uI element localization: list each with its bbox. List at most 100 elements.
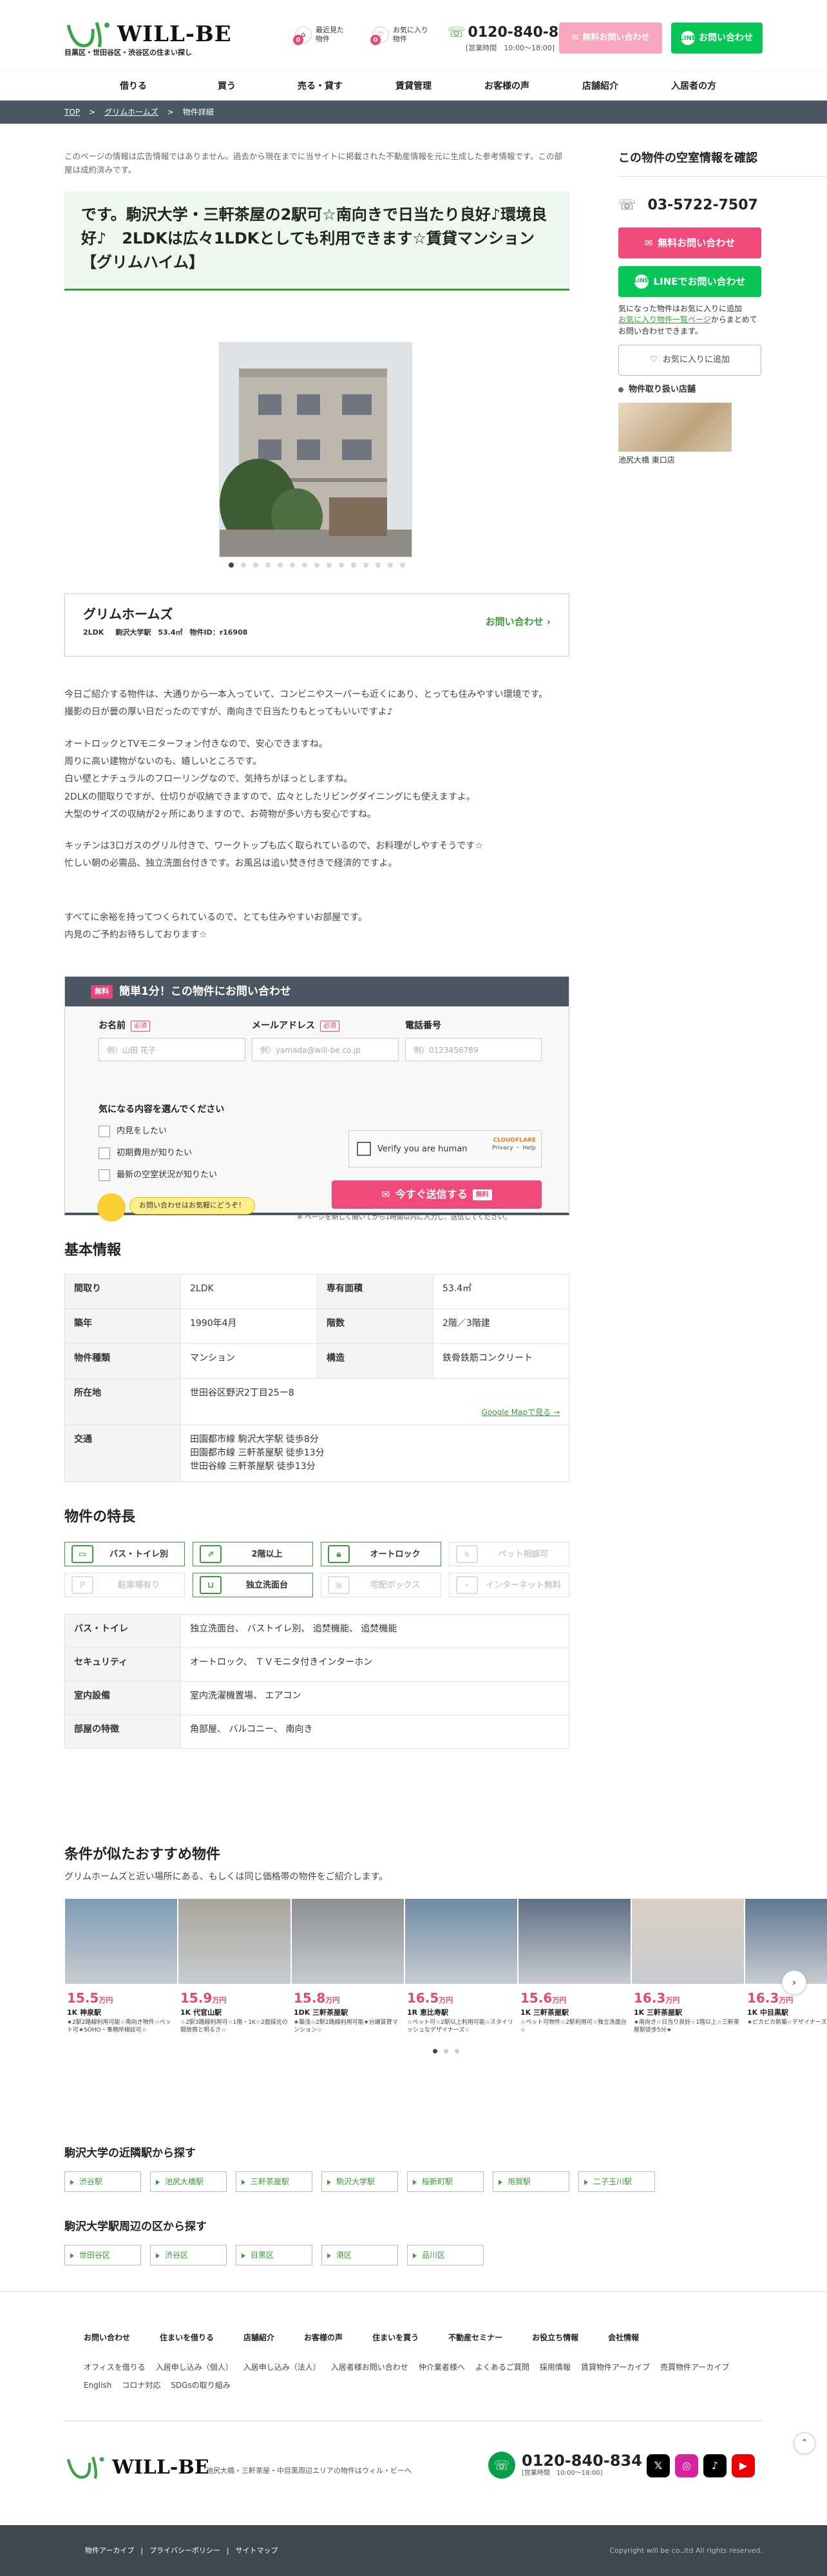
slider-dot[interactable]: [363, 562, 368, 568]
recommend-card[interactable]: 15.6万円 1K 三軒茶屋駅 ☆ペット可物件☆2駅利用可☆独立洗面台☆: [518, 1898, 631, 2035]
captcha-links[interactable]: Privacy ・ Help: [492, 1145, 536, 1151]
nav-item[interactable]: 借りる: [87, 72, 180, 101]
breadcrumb-property-name[interactable]: グリムホームズ: [104, 106, 158, 118]
recommend-card[interactable]: 15.8万円 1DK 三軒茶屋駅 ★築浅☆2駅2路線利用可能★分譲賃貸マンション☆: [291, 1898, 404, 2035]
footer-sub-link[interactable]: English: [84, 2379, 111, 2391]
x-icon[interactable]: 𝕏: [647, 2454, 670, 2477]
page-top-button[interactable]: ⌃: [794, 2432, 815, 2454]
carousel-next-button[interactable]: ›: [782, 1970, 806, 1995]
area-tag[interactable]: 駒沢大学駅: [321, 2171, 398, 2192]
footer-sub-link[interactable]: 売買物件アーカイブ: [660, 2361, 729, 2373]
shop-name[interactable]: 池尻大橋 東口店: [618, 454, 827, 466]
slider-dot[interactable]: [265, 562, 271, 568]
email-input[interactable]: 例）yamada@will-be.co.jp: [252, 1038, 399, 1062]
area-tag[interactable]: 港区: [321, 2244, 398, 2265]
footer-nav-item[interactable]: 会社情報: [608, 2332, 639, 2343]
area-tag[interactable]: 池尻大橋駅: [150, 2171, 227, 2192]
checkbox[interactable]: [99, 1169, 110, 1182]
footer-bar-link[interactable]: 物件アーカイブ: [85, 2546, 134, 2557]
captcha-checkbox[interactable]: [357, 1142, 371, 1157]
checkbox[interactable]: [99, 1148, 110, 1160]
slider-dot[interactable]: [229, 562, 234, 568]
footer-sub-link[interactable]: 入居申し込み（法人）: [243, 2361, 321, 2373]
phone-input[interactable]: 例）0123456789: [405, 1038, 542, 1062]
slider-dot[interactable]: [278, 562, 283, 568]
recommend-photo[interactable]: [404, 1898, 518, 1985]
photo-slider[interactable]: [64, 316, 569, 587]
slider-dot[interactable]: [400, 562, 405, 568]
sidebar-tel[interactable]: ☏ 03-5722-7507: [618, 195, 827, 216]
recommend-carousel[interactable]: 15.5万円 1K 神泉駅 ★2駅2路線利用可能☆南向き物件☆ペット可★SOHO・事…: [64, 1898, 827, 2035]
slider-dot[interactable]: [290, 562, 295, 568]
add-favorite-button[interactable]: ♡ お気に入りに追加: [618, 345, 761, 376]
recommend-card[interactable]: 16.3万円 1K 中目黒駅 ★ピカピカ新築☆デザイナーズ☆: [745, 1898, 827, 2035]
area-tag[interactable]: 渋谷区: [150, 2244, 227, 2265]
captcha-widget[interactable]: Verify you are human CLOUDFLARE Privacy ・ …: [348, 1130, 542, 1168]
recommend-card[interactable]: 15.5万円 1K 神泉駅 ★2駅2路線利用可能☆南向き物件☆ペット可★SOHO・事…: [64, 1898, 178, 2035]
area-tag[interactable]: 目黒区: [236, 2244, 312, 2265]
footer-nav-item[interactable]: 不動産セミナー: [448, 2332, 502, 2343]
recommend-photo[interactable]: [64, 1898, 178, 1985]
slider-dot[interactable]: [327, 562, 332, 568]
tiktok-icon[interactable]: ♪: [703, 2454, 727, 2477]
slider-dot[interactable]: [351, 562, 356, 568]
footer-nav-item[interactable]: 店舗紹介: [243, 2332, 274, 2343]
recommend-card[interactable]: 16.5万円 1R 恵比寿駅 ☆ペット可☆2駅以上利用可能☆スタイリッシュなデザイナ…: [404, 1898, 518, 2035]
area-tag[interactable]: 用賀駅: [493, 2171, 569, 2192]
footer-nav-item[interactable]: 住まいを買う: [372, 2332, 419, 2343]
footer-nav-item[interactable]: 住まいを借りる: [160, 2332, 214, 2343]
nav-item[interactable]: 入居者の方: [647, 72, 741, 101]
footer-sub-link[interactable]: 賃貸物件アーカイブ: [581, 2361, 650, 2373]
footer-nav-item[interactable]: お役立ち情報: [532, 2332, 578, 2343]
area-tag[interactable]: 世田谷区: [64, 2244, 141, 2265]
option-viewing[interactable]: 内見をしたい: [99, 1125, 167, 1138]
option-vacancy[interactable]: 最新の空室状況が知りたい: [99, 1169, 217, 1182]
nav-item[interactable]: お客様の声: [461, 72, 554, 101]
footer-sub-link[interactable]: 採用情報: [540, 2361, 571, 2373]
sidebar-mail-button[interactable]: ✉ 無料お問い合わせ: [618, 227, 761, 258]
youtube-icon[interactable]: ▶: [732, 2454, 755, 2477]
shop-photo[interactable]: [618, 402, 732, 452]
slider-dot[interactable]: [241, 562, 246, 568]
carousel-dot[interactable]: [443, 2048, 448, 2053]
area-tag[interactable]: 二子玉川駅: [578, 2171, 655, 2192]
area-tag[interactable]: 渋谷駅: [64, 2171, 141, 2192]
favorite-link[interactable]: ♡ 0 お気に入り 物件: [370, 26, 428, 46]
recommend-card[interactable]: 15.9万円 1K 代官山駅 ☆2駅3路線利用可☆1階・1K☆2面採光の開放感と明る…: [178, 1898, 291, 2035]
recommend-photo[interactable]: [631, 1898, 745, 1985]
footer-sub-link[interactable]: コロナ対応: [122, 2379, 160, 2391]
site-logo[interactable]: WILL-BE: [64, 18, 232, 51]
footer-bar-link[interactable]: サイトマップ: [236, 2546, 278, 2557]
footer-sub-link[interactable]: SDGsの取り組み: [171, 2379, 230, 2391]
header-line-button[interactable]: LINE お問い合わせ: [671, 23, 763, 53]
area-tag[interactable]: 桜新町駅: [407, 2171, 484, 2192]
footer-sub-link[interactable]: 入居者様お問い合わせ: [331, 2361, 408, 2373]
area-tag[interactable]: 品川区: [407, 2244, 484, 2265]
footer-sub-link[interactable]: よくあるご質問: [475, 2361, 529, 2373]
recommend-photo[interactable]: [518, 1898, 631, 1985]
breadcrumb-top[interactable]: TOP: [64, 106, 80, 118]
slider-dot[interactable]: [314, 562, 319, 568]
nav-item[interactable]: 買う: [180, 72, 274, 101]
fav-list-link[interactable]: お気に入り物件一覧ページ: [618, 315, 711, 324]
footer-sub-link[interactable]: 入居申し込み（個人）: [156, 2361, 233, 2373]
slider-dot[interactable]: [388, 562, 393, 568]
recommend-photo[interactable]: [178, 1898, 291, 1985]
slider-dot[interactable]: [375, 562, 381, 568]
name-input[interactable]: 例）山田 花子: [99, 1038, 245, 1062]
nav-item[interactable]: 賃貸管理: [367, 72, 461, 101]
sidebar-line-button[interactable]: LINE LINEでお問い合わせ: [618, 266, 761, 297]
header-mail-button[interactable]: ✉ 無料お問い合わせ: [559, 23, 662, 53]
carousel-dot[interactable]: [454, 2048, 459, 2053]
submit-button[interactable]: ✉ 今すぐ送信する 無料: [332, 1180, 542, 1209]
recommend-card[interactable]: 16.3万円 1K 三軒茶屋駅 ★南向き☆日当り良好☆1階以上☆三軒茶屋駅徒歩5分★: [631, 1898, 745, 2035]
slider-dot[interactable]: [253, 562, 258, 568]
slider-dot[interactable]: [339, 562, 344, 568]
footer-sub-link[interactable]: オフィスを借りる: [84, 2361, 146, 2373]
footer-nav-item[interactable]: お問い合わせ: [84, 2332, 130, 2343]
card-inquiry-link[interactable]: お問い合わせ ›: [486, 615, 551, 630]
recommend-photo[interactable]: [745, 1898, 827, 1985]
instagram-icon[interactable]: ◎: [675, 2454, 698, 2477]
recommend-photo[interactable]: [291, 1898, 404, 1985]
google-map-link[interactable]: Google Mapで見る →: [482, 1407, 560, 1418]
